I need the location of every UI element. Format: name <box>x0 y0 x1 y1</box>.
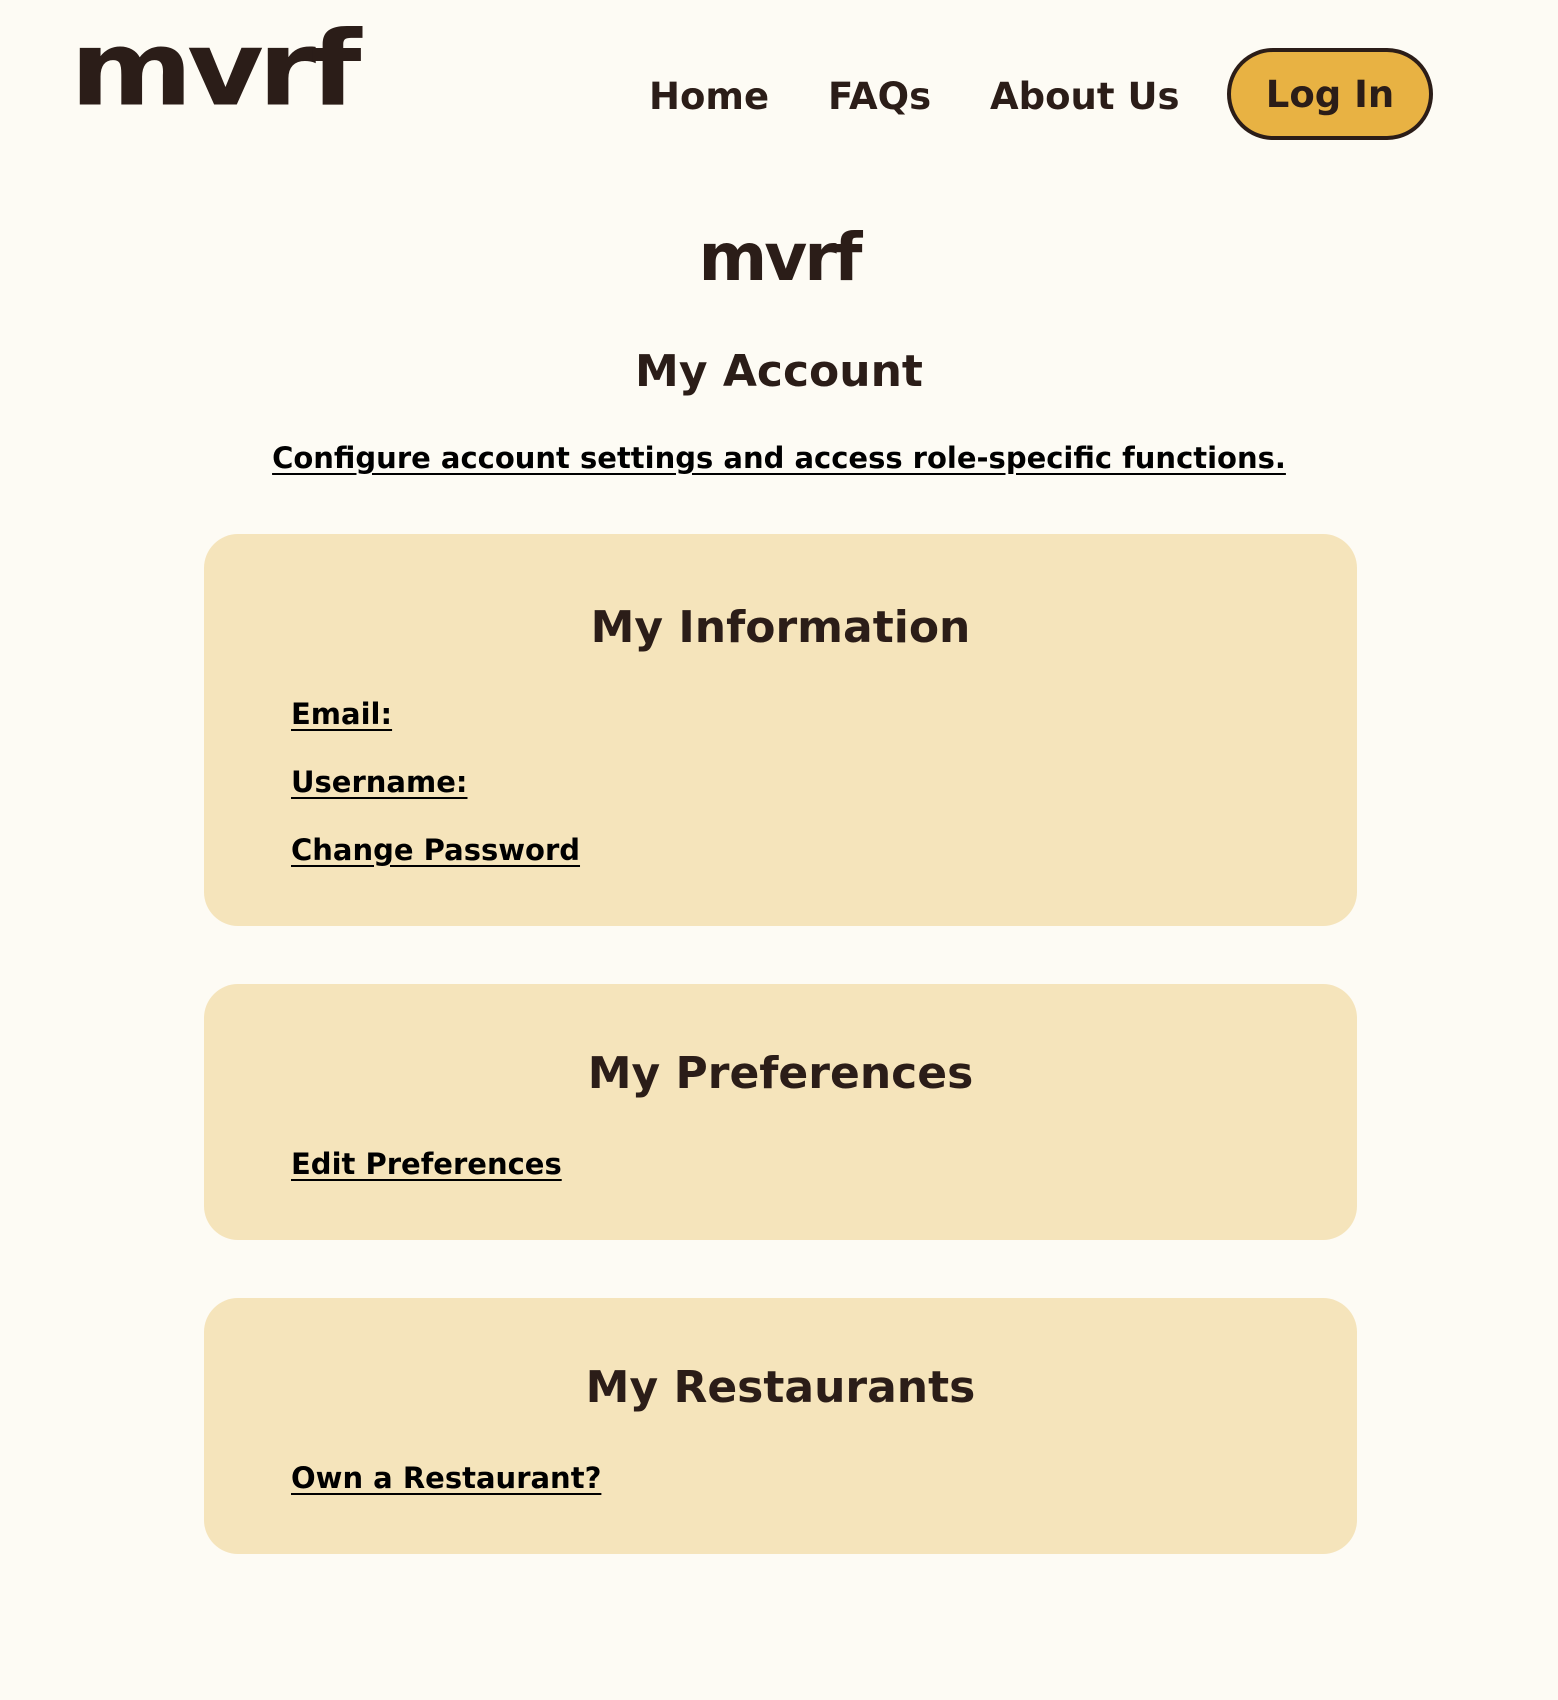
login-button[interactable]: Log In <box>1227 48 1433 140</box>
nav-about-link[interactable]: About Us <box>990 72 1180 122</box>
page-logo: mvrf <box>698 219 862 296</box>
my-information-title: My Information <box>590 602 971 653</box>
my-information-card: My Information Email: Username: Change P… <box>204 534 1357 926</box>
my-preferences-title: My Preferences <box>587 1048 974 1099</box>
site-header: mvrf Home FAQs About Us Log In <box>0 0 1558 180</box>
change-password-link[interactable]: Change Password <box>291 830 580 870</box>
nav-home-link[interactable]: Home <box>649 72 769 122</box>
username-link[interactable]: Username: <box>291 762 467 802</box>
page-subtitle-link[interactable]: Configure account settings and access ro… <box>272 441 1286 475</box>
edit-preferences-link[interactable]: Edit Preferences <box>291 1144 562 1184</box>
my-restaurants-card: My Restaurants Own a Restaurant? <box>204 1298 1357 1554</box>
my-restaurants-title: My Restaurants <box>585 1362 976 1413</box>
nav-faqs-link[interactable]: FAQs <box>828 72 931 122</box>
site-logo[interactable]: mvrf <box>70 16 361 120</box>
my-preferences-card: My Preferences Edit Preferences <box>204 984 1357 1240</box>
email-link[interactable]: Email: <box>291 694 392 734</box>
page-title: My Account <box>635 346 923 397</box>
own-restaurant-link[interactable]: Own a Restaurant? <box>291 1458 601 1498</box>
page-subtitle: Configure account settings and access ro… <box>0 438 1558 478</box>
